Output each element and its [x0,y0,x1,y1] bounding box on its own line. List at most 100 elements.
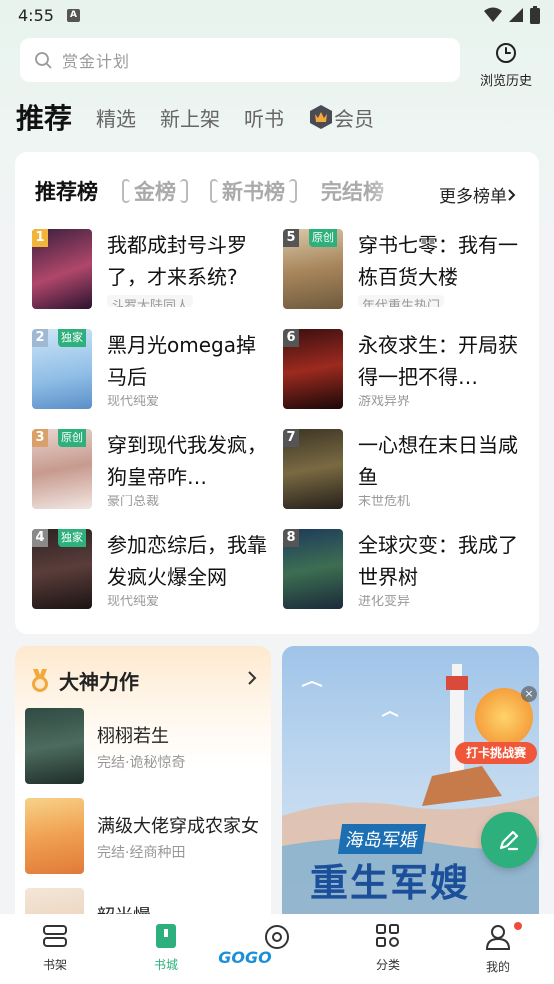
more-rank-label: 更多榜单 [439,187,507,207]
search-row: 赏金计划 浏览历史 [0,38,554,89]
banner-badge-label: 打卡挑战赛 [455,742,537,764]
nav-discover[interactable] [247,924,307,954]
rank-number: 3 [32,429,48,447]
write-button[interactable] [481,812,537,868]
search-input[interactable]: 赏金计划 [20,38,460,82]
banner-headline: 重生军嫂 [310,861,471,905]
vip-crown-icon [310,105,333,129]
history-button[interactable]: 浏览历史 [476,42,536,89]
nav-bookstore-label: 书城 [153,958,178,972]
tab-audiobook[interactable]: 听书 [244,103,284,132]
nav-profile[interactable]: 我的 [468,922,528,975]
history-label: 浏览历史 [479,74,532,89]
bookstore-icon [156,924,176,948]
promo-banner[interactable]: 打卡挑战赛 × 海岛军婚 重生军嫂 [282,646,539,926]
nav-bookstore[interactable]: 书城 [136,924,196,973]
rank-number: 1 [32,229,48,247]
banner-subtitle: 海岛军婚 [337,824,427,854]
rank-number: 2 [32,329,48,347]
chevron-right-icon [508,188,516,201]
god-works-title: 大神力作 [59,670,139,694]
god-book-2[interactable]: 满级大佬穿成农家女 完结·经商种田 [25,798,265,878]
original-tag: 原创 [309,229,337,247]
fade-mask [369,174,409,208]
search-icon [35,52,52,69]
rank-book-3[interactable]: 3 原创 穿到现代我发疯，狗皇帝咋… 豪门总裁 [32,429,267,513]
god-works-header: 大神力作 [29,666,139,695]
bottom-nav: 书架 书城 GOGO 分类 我的 [0,914,554,984]
user-icon [485,925,511,950]
rank-book-8[interactable]: 8 全球灾变：我成了世界树 进化变异 [283,529,518,613]
book-title: 穿书七零：我有一栋百货大楼 [358,233,518,289]
tab-new[interactable]: 新上架 [160,103,220,132]
compass-icon [265,925,289,949]
book-meta: 完结·诡秘惊奇 [97,755,186,771]
rank-tab-gold[interactable]: 金榜 [122,176,188,206]
category-grid-icon [376,924,399,947]
nav-category-label: 分类 [375,958,400,972]
banner-close-button[interactable]: × [521,686,537,702]
rank-book-1[interactable]: 1 我都成封号斗罗了，才来系统? 斗罗大陆同人 [32,229,262,313]
medal-icon [32,668,48,692]
book-cover: 6 [283,329,343,409]
original-tag: 原创 [58,429,86,447]
god-book-1[interactable]: 栩栩若生 完结·诡秘惊奇 [25,708,265,788]
book-category: 豪门总裁 [107,495,160,507]
book-category: 斗罗大陆同人 [107,295,194,307]
wifi-icon [484,7,502,22]
battery-icon [530,6,540,24]
book-category: 年代重生热门 [358,295,445,307]
book-title: 我都成封号斗罗了，才来系统? [107,233,247,289]
tab-vip[interactable]: 会员 [308,103,374,132]
more-rank-button[interactable]: 更多榜单 [431,182,517,207]
book-title: 穿到现代我发疯，狗皇帝咋… [107,433,267,489]
chevron-right-icon[interactable] [247,670,257,686]
rank-number: 7 [283,429,299,447]
exclusive-tag: 独家 [58,529,86,547]
book-category: 进化变异 [358,595,411,607]
rank-number: 5 [283,229,299,247]
notification-dot [514,922,522,930]
god-works-card[interactable]: 大神力作 栩栩若生 完结·诡秘惊奇 满级大佬穿成农家女 完结·经商种田 韶光慢 [15,646,271,926]
rank-tab-recommend[interactable]: 推荐榜 [35,176,98,206]
tab-recommend[interactable]: 推荐 [16,97,72,137]
tab-featured[interactable]: 精选 [96,103,136,132]
rank-book-6[interactable]: 6 永夜求生：开局获得一把不得… 游戏异界 [283,329,518,413]
book-category: 现代纯爱 [107,395,160,407]
rank-number: 6 [283,329,299,347]
book-cover [25,708,84,784]
search-placeholder: 赏金计划 [62,52,131,71]
book-cover: 8 [283,529,343,609]
rank-book-2[interactable]: 2 独家 黑月光omega掉马后 现代纯爱 [32,329,262,413]
nav-bookshelf[interactable]: 书架 [25,924,85,973]
book-category: 现代纯爱 [107,595,160,607]
clock-icon [496,43,516,63]
exclusive-tag: 独家 [58,329,86,347]
book-title: 栩栩若生 [97,726,169,747]
nav-category[interactable]: 分类 [358,924,418,973]
rank-number: 8 [283,529,299,547]
book-title: 一心想在末日当咸鱼 [358,433,518,489]
nav-bookshelf-label: 书架 [42,958,67,972]
book-category: 末世危机 [358,495,411,507]
rank-tabs: 推荐榜 金榜 新书榜 完结榜 [35,176,410,206]
book-title: 全球灾变：我成了世界树 [358,533,518,589]
book-cover: 5 原创 [283,229,343,309]
rank-number: 4 [32,529,48,547]
signal-icon [509,8,523,22]
book-cover: 1 [32,229,92,309]
book-cover: 7 [283,429,343,509]
nav-profile-label: 我的 [485,960,510,974]
tab-vip-label: 会员 [334,106,375,131]
book-title: 满级大佬穿成农家女 [97,816,259,837]
book-title: 永夜求生：开局获得一把不得… [358,333,518,389]
rank-book-7[interactable]: 7 一心想在末日当咸鱼 末世危机 [283,429,518,513]
rank-book-4[interactable]: 4 独家 参加恋综后，我靠发疯火爆全网 现代纯爱 [32,529,267,613]
rank-tab-newbook[interactable]: 新书榜 [210,176,297,206]
book-title: 黑月光omega掉马后 [107,333,256,389]
rank-book-5[interactable]: 5 原创 穿书七零：我有一栋百货大楼 年代重生热门 [283,229,518,313]
bookshelf-icon [43,925,67,947]
status-bar: 4:55 A [0,0,554,32]
status-icons [484,6,540,24]
rank-card: 推荐榜 金榜 新书榜 完结榜 更多榜单 1 我都成封号斗罗了，才来系统? 斗罗大… [15,152,539,634]
